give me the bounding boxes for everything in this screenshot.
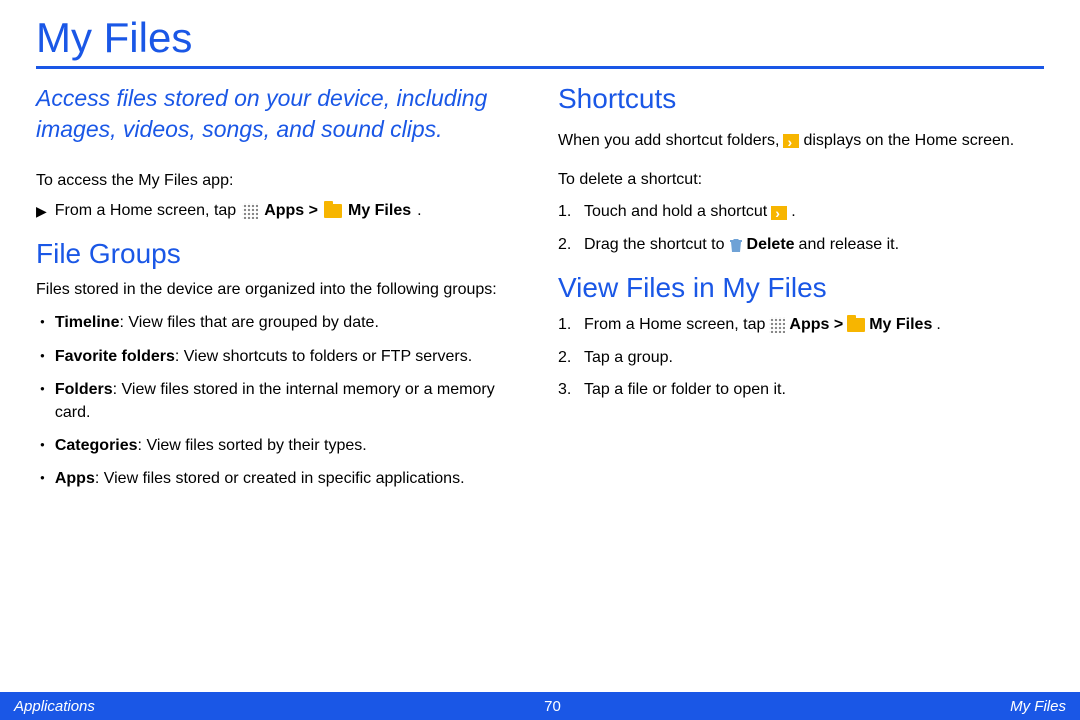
delete-shortcut-steps: Touch and hold a shortcut . Drag the sho… [558, 201, 1044, 256]
list-item: Categories: View files sorted by their t… [36, 434, 522, 457]
footer-right: My Files [1010, 698, 1066, 715]
step-item: Tap a file or folder to open it. [558, 379, 1044, 401]
file-groups-list: Timeline: View files that are grouped by… [36, 311, 522, 490]
shortcuts-heading: Shortcuts [558, 83, 1044, 115]
step-item: From a Home screen, tap Apps > My Files. [558, 314, 1044, 336]
desc: : View files stored or created in specif… [95, 470, 465, 487]
access-intro: To access the My Files app: [36, 169, 522, 192]
text: When you add shortcut folders, [558, 129, 779, 152]
myfiles-label: My Files [869, 314, 932, 336]
folder-icon [847, 318, 865, 332]
step-item: Drag the shortcut to Delete and release … [558, 234, 1044, 256]
text: Touch and hold a shortcut [584, 201, 767, 223]
page-footer: Applications 70 My Files [0, 692, 1080, 720]
apps-grid-icon [242, 203, 258, 219]
desc: : View files sorted by their types. [138, 437, 367, 454]
apps-grid-icon [769, 317, 785, 333]
arrow-icon: ▶ [36, 203, 47, 220]
step-number [558, 347, 576, 369]
term: Folders [55, 381, 113, 398]
delete-shortcut-intro: To delete a shortcut: [558, 168, 1044, 191]
text: . [936, 314, 940, 336]
term: Favorite folders [55, 348, 175, 365]
text: . [791, 201, 795, 223]
text: From a Home screen, tap [584, 314, 765, 336]
shortcut-folder-icon [771, 206, 787, 220]
access-prefix: From a Home screen, tap [55, 202, 236, 220]
desc: : View files that are grouped by date. [119, 314, 378, 331]
step-item: Tap a group. [558, 347, 1044, 369]
text: Tap a group. [584, 347, 673, 369]
lead-text: Access files stored on your device, incl… [36, 83, 522, 145]
shortcut-folder-icon [783, 134, 799, 148]
list-item: Apps: View files stored or created in sp… [36, 467, 522, 490]
page-title: My Files [36, 14, 1044, 69]
list-item: Folders: View files stored in the intern… [36, 378, 522, 424]
term: Categories [55, 437, 138, 454]
right-column: Shortcuts When you add shortcut folders,… [558, 83, 1044, 501]
delete-label: Delete [747, 234, 795, 256]
folder-icon [324, 204, 342, 218]
step-number [558, 314, 576, 336]
text: Tap a file or folder to open it. [584, 379, 786, 401]
access-instruction: ▶ From a Home screen, tap Apps > My File… [36, 202, 522, 220]
text: and release it. [799, 234, 900, 256]
apps-label: Apps > [789, 314, 843, 336]
text: displays on the Home screen. [803, 129, 1014, 152]
term: Apps [55, 470, 95, 487]
trash-icon [729, 237, 743, 253]
text: Drag the shortcut to [584, 234, 725, 256]
desc: : View shortcuts to folders or FTP serve… [175, 348, 472, 365]
view-files-heading: View Files in My Files [558, 272, 1044, 304]
apps-label: Apps > [264, 202, 318, 220]
list-item: Favorite folders: View shortcuts to fold… [36, 345, 522, 368]
left-column: Access files stored on your device, incl… [36, 83, 522, 501]
desc: : View files stored in the internal memo… [55, 381, 495, 421]
view-files-steps: From a Home screen, tap Apps > My Files.… [558, 314, 1044, 401]
list-item: Timeline: View files that are grouped by… [36, 311, 522, 334]
footer-page-number: 70 [544, 698, 561, 715]
file-groups-intro: Files stored in the device are organized… [36, 278, 522, 301]
file-groups-heading: File Groups [36, 238, 522, 270]
step-item: Touch and hold a shortcut . [558, 201, 1044, 223]
step-number [558, 379, 576, 401]
shortcuts-desc: When you add shortcut folders, displays … [558, 129, 1014, 152]
footer-left: Applications [14, 698, 95, 715]
myfiles-label: My Files [348, 202, 411, 220]
step-number [558, 234, 576, 256]
step-number [558, 201, 576, 223]
period: . [417, 202, 421, 220]
term: Timeline [55, 314, 120, 331]
